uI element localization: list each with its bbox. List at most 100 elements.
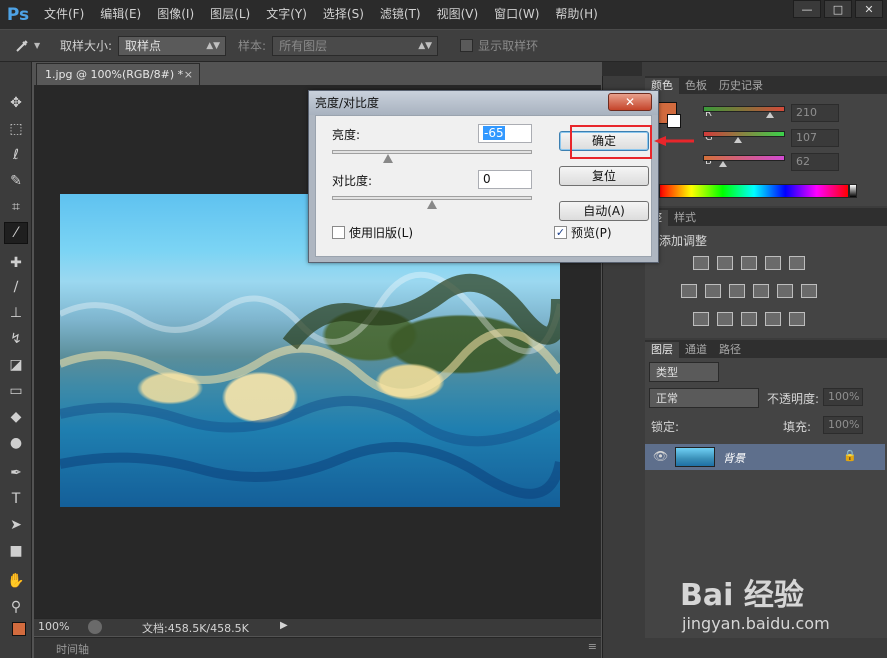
document-tab[interactable]: 1.jpg @ 100%(RGB/8#) * × — [36, 63, 200, 85]
channel-level-marker[interactable] — [733, 137, 742, 143]
pen-tool-icon[interactable]: ✒ — [4, 462, 28, 484]
red-channel-value[interactable]: 210 — [791, 104, 839, 122]
tab-paths[interactable]: 路径 — [713, 342, 747, 358]
photo-filter-icon[interactable] — [753, 284, 769, 298]
black-white-icon[interactable] — [729, 284, 745, 298]
move-tool-icon[interactable]: ✥ — [4, 92, 28, 114]
menu-select[interactable]: 选择(S) — [315, 0, 372, 29]
dialog-close-button[interactable]: ✕ — [608, 93, 652, 111]
blur-tool-icon[interactable]: ◆ — [4, 406, 28, 428]
tab-channels[interactable]: 通道 — [679, 342, 713, 358]
green-channel-slider[interactable] — [703, 131, 785, 143]
visibility-eye-icon[interactable]: 👁 — [653, 449, 668, 463]
path-selection-tool-icon[interactable]: ➤ — [4, 514, 28, 536]
tab-layers[interactable]: 图层 — [645, 342, 679, 358]
marquee-tool-icon[interactable]: ⬚ — [4, 118, 28, 140]
threshold-icon[interactable] — [741, 312, 757, 326]
fill-value[interactable]: 100% — [823, 416, 863, 434]
clone-stamp-tool-icon[interactable]: ⊥ — [4, 302, 28, 324]
channel-level-marker[interactable] — [765, 112, 774, 118]
lasso-tool-icon[interactable]: ℓ — [4, 144, 28, 166]
quick-select-tool-icon[interactable]: ✎ — [4, 170, 28, 192]
timeline-label[interactable]: 时间轴 — [56, 641, 89, 657]
channel-mixer-icon[interactable] — [777, 284, 793, 298]
blend-mode-select[interactable]: 正常 — [649, 388, 759, 408]
gradient-tool-icon[interactable]: ▭ — [4, 380, 28, 402]
foreground-color-swatch[interactable] — [12, 622, 26, 636]
background-color-chip[interactable] — [667, 114, 681, 128]
minimize-button[interactable]: — — [793, 0, 821, 18]
levels-icon[interactable] — [717, 256, 733, 270]
eraser-tool-icon[interactable]: ◪ — [4, 354, 28, 376]
maximize-button[interactable]: □ — [824, 0, 852, 18]
posterize-icon[interactable] — [717, 312, 733, 326]
auto-button[interactable]: 自动(A) — [559, 201, 649, 221]
legacy-checkbox[interactable] — [332, 226, 345, 239]
brightness-slider-thumb[interactable] — [383, 154, 393, 163]
layer-filter-select[interactable]: 类型 — [649, 362, 719, 382]
red-channel-slider[interactable] — [703, 106, 785, 118]
blend-mode-value: 正常 — [656, 392, 678, 405]
vibrance-icon[interactable] — [789, 256, 805, 270]
exposure-icon[interactable] — [765, 256, 781, 270]
menu-file[interactable]: 文件(F) — [36, 0, 92, 29]
close-window-button[interactable]: ✕ — [855, 0, 883, 18]
blue-channel-value[interactable]: 62 — [791, 153, 839, 171]
type-tool-icon[interactable]: T — [4, 488, 28, 510]
menu-edit[interactable]: 编辑(E) — [92, 0, 149, 29]
preview-checkbox[interactable]: ✓ — [554, 226, 567, 239]
selective-color-icon[interactable] — [765, 312, 781, 326]
menu-help[interactable]: 帮助(H) — [547, 0, 605, 29]
sample-size-select[interactable]: 取样点 ▲▼ — [118, 35, 227, 56]
curves-icon[interactable] — [741, 256, 757, 270]
hue-saturation-icon[interactable] — [681, 284, 697, 298]
healing-brush-tool-icon[interactable]: ✚ — [4, 252, 28, 274]
brightness-contrast-icon[interactable] — [693, 256, 709, 270]
zoom-level[interactable]: 100% — [38, 620, 69, 633]
brightness-input[interactable]: -65 — [478, 124, 532, 143]
green-channel-value[interactable]: 107 — [791, 129, 839, 147]
reset-button[interactable]: 复位 — [559, 166, 649, 186]
status-menu-arrow-icon[interactable]: ▶ — [280, 620, 288, 631]
blue-channel-slider[interactable] — [703, 155, 785, 167]
menu-image[interactable]: 图像(I) — [149, 0, 202, 29]
channel-level-marker[interactable] — [719, 161, 728, 167]
panel-menu-icon[interactable]: ≡ — [588, 640, 597, 653]
close-tab-icon[interactable]: × — [184, 64, 193, 85]
layer-filter-value: 类型 — [656, 366, 678, 379]
dodge-tool-icon[interactable]: ● — [4, 432, 28, 454]
menu-view[interactable]: 视图(V) — [429, 0, 487, 29]
menu-type[interactable]: 文字(Y) — [258, 0, 315, 29]
shape-tool-icon[interactable]: ■ — [4, 540, 28, 562]
sample-size-value: 取样点 — [125, 38, 162, 53]
hand-tool-icon[interactable]: ✋ — [4, 570, 28, 592]
black-white-bar[interactable] — [849, 184, 857, 198]
tab-styles[interactable]: 样式 — [668, 210, 702, 226]
layer-row-background[interactable]: 👁 背景 🔒 — [645, 444, 885, 470]
gradient-map-icon[interactable] — [789, 312, 805, 326]
color-balance-icon[interactable] — [705, 284, 721, 298]
zoom-tool-icon[interactable]: ⚲ — [4, 596, 28, 618]
history-brush-tool-icon[interactable]: ↯ — [4, 328, 28, 350]
layer-name[interactable]: 背景 — [723, 450, 745, 466]
brush-tool-icon[interactable]: ∕ — [4, 276, 28, 298]
eyedropper-tool-icon[interactable]: ⁄ — [4, 222, 28, 244]
tab-swatches[interactable]: 色板 — [679, 78, 713, 94]
menu-window[interactable]: 窗口(W) — [486, 0, 547, 29]
eyedropper-icon[interactable] — [14, 38, 34, 54]
sample-select[interactable]: 所有图层 ▲▼ — [272, 35, 439, 56]
tool-preset-arrow-icon[interactable]: ▼ — [34, 41, 48, 50]
color-spectrum-bar[interactable] — [659, 184, 849, 198]
contrast-input[interactable]: 0 — [478, 170, 532, 189]
color-lookup-icon[interactable] — [801, 284, 817, 298]
menu-filter[interactable]: 滤镜(T) — [372, 0, 429, 29]
invert-icon[interactable] — [693, 312, 709, 326]
tab-history[interactable]: 历史记录 — [713, 78, 769, 94]
opacity-value[interactable]: 100% — [823, 388, 863, 406]
brightness-slider-track[interactable] — [332, 150, 532, 154]
status-info-icon[interactable] — [88, 620, 102, 634]
crop-tool-icon[interactable]: ⌗ — [4, 196, 28, 218]
show-ring-checkbox[interactable] — [460, 39, 474, 52]
contrast-slider-thumb[interactable] — [427, 200, 437, 209]
menu-layer[interactable]: 图层(L) — [202, 0, 258, 29]
